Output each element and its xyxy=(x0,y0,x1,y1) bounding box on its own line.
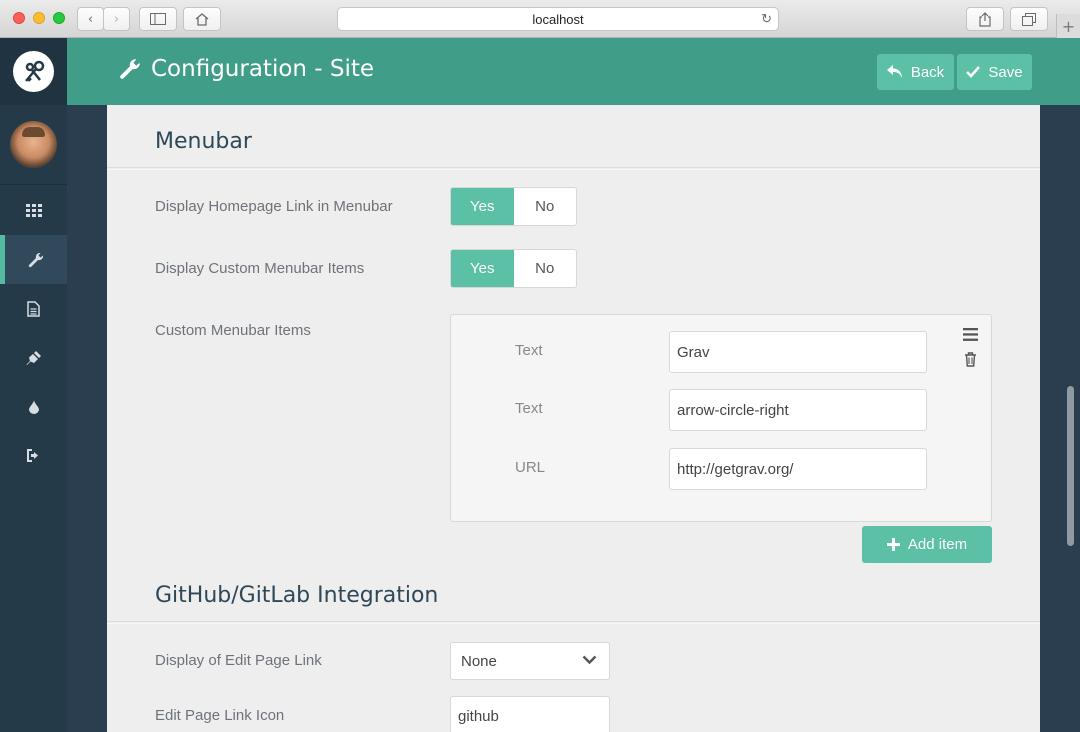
item-text-label: Text xyxy=(515,342,543,359)
scrollbar-thumb[interactable] xyxy=(1067,386,1074,546)
item-url-label: URL xyxy=(515,459,546,476)
edit-link-label: Display of Edit Page Link xyxy=(155,652,322,669)
content-gutter-left xyxy=(67,105,107,732)
item-icon-input[interactable]: arrow-circle-right xyxy=(669,389,927,431)
browser-toolbar: ‹ › localhost ↻ + xyxy=(0,0,1080,38)
home-icon xyxy=(195,12,209,26)
plus-icon xyxy=(886,538,900,551)
sidebar-item-dashboard[interactable] xyxy=(0,186,67,235)
save-button-label: Save xyxy=(988,63,1023,81)
sidebar-item-plugins[interactable] xyxy=(0,333,67,382)
user-profile[interactable] xyxy=(0,105,67,185)
edit-link-value: None xyxy=(461,652,497,670)
homepage-link-toggle: Yes No xyxy=(450,187,577,226)
back-button[interactable]: Back xyxy=(877,54,954,90)
logo-area[interactable] xyxy=(0,38,67,105)
chevron-left-icon: ‹ xyxy=(87,11,94,27)
page-title-text: Configuration - Site xyxy=(151,56,375,82)
item-url-input[interactable]: http://getgrav.org/ xyxy=(669,448,927,490)
sidebar-icon xyxy=(150,13,166,25)
edit-icon-label: Edit Page Link Icon xyxy=(155,707,285,724)
trash-icon[interactable] xyxy=(964,352,977,371)
item-text-input[interactable]: Grav xyxy=(669,331,927,373)
drag-handle-icon[interactable] xyxy=(963,326,978,345)
back-button-label: Back xyxy=(910,63,945,81)
grav-logo[interactable] xyxy=(13,51,54,92)
main-content: Menubar Display Homepage Link in Menubar… xyxy=(107,105,1040,732)
custom-items-display-yes[interactable]: Yes xyxy=(451,250,514,287)
save-button[interactable]: Save xyxy=(957,54,1032,90)
logout-icon xyxy=(26,449,38,462)
droplet-icon xyxy=(28,399,39,414)
sidebar-item-configuration[interactable] xyxy=(0,235,67,284)
edit-link-select[interactable]: None xyxy=(450,642,610,680)
page-title: Configuration - Site xyxy=(119,56,374,82)
custom-items-display-no[interactable]: No xyxy=(514,250,577,287)
reload-icon[interactable]: ↻ xyxy=(761,11,772,27)
share-button[interactable] xyxy=(966,7,1004,31)
url-text: localhost xyxy=(532,11,584,27)
homepage-link-no[interactable]: No xyxy=(514,188,577,225)
page-header: Configuration - Site Back Save xyxy=(67,38,1080,105)
sidebar-item-themes[interactable] xyxy=(0,382,67,431)
new-tab-button[interactable]: + xyxy=(1056,14,1080,38)
plus-icon: + xyxy=(1061,16,1076,36)
browser-back-button[interactable]: ‹ xyxy=(77,7,104,31)
sidebar xyxy=(0,38,67,732)
wrench-icon xyxy=(28,252,44,267)
home-button[interactable] xyxy=(183,7,221,31)
content-gutter-right xyxy=(1040,105,1080,732)
address-bar[interactable]: localhost ↻ xyxy=(337,7,779,31)
custom-items-display-toggle: Yes No xyxy=(450,249,577,288)
homepage-link-label: Display Homepage Link in Menubar xyxy=(155,198,393,215)
share-icon xyxy=(979,11,991,27)
item-icon-label: Text xyxy=(515,400,543,417)
close-window-button[interactable] xyxy=(13,12,25,24)
tabs-overview-button[interactable] xyxy=(1010,7,1048,31)
sidebar-item-logout[interactable] xyxy=(0,431,67,480)
custom-items-display-label: Display Custom Menubar Items xyxy=(155,260,365,277)
chevron-right-icon: › xyxy=(113,11,120,27)
reply-arrow-icon xyxy=(886,65,902,78)
edit-icon-input[interactable]: github xyxy=(450,696,610,732)
homepage-link-yes[interactable]: Yes xyxy=(451,188,514,225)
sidebar-item-pages[interactable] xyxy=(0,284,67,333)
dashboard-grid-icon xyxy=(25,204,42,217)
minimize-window-button[interactable] xyxy=(33,12,45,24)
custom-menubar-item: Text Grav Text arrow-circle-right URL ht… xyxy=(450,314,992,522)
check-icon xyxy=(966,66,981,78)
sidebar-toggle-button[interactable] xyxy=(139,7,177,31)
file-icon xyxy=(27,300,40,317)
add-item-label: Add item xyxy=(907,536,968,553)
browser-forward-button[interactable]: › xyxy=(103,7,130,31)
section-title-menubar: Menubar xyxy=(155,129,252,154)
plug-icon xyxy=(26,349,42,365)
avatar[interactable] xyxy=(10,121,57,168)
wrench-icon xyxy=(120,59,140,79)
keys-icon xyxy=(24,60,44,82)
section-title-github: GitHub/GitLab Integration xyxy=(155,583,439,608)
section-divider xyxy=(107,621,1040,624)
chevron-down-icon xyxy=(582,655,597,665)
tabs-icon xyxy=(1022,12,1036,26)
zoom-window-button[interactable] xyxy=(53,12,65,24)
section-divider xyxy=(107,167,1040,170)
add-item-button[interactable]: Add item xyxy=(862,526,992,563)
custom-items-label: Custom Menubar Items xyxy=(155,322,311,339)
